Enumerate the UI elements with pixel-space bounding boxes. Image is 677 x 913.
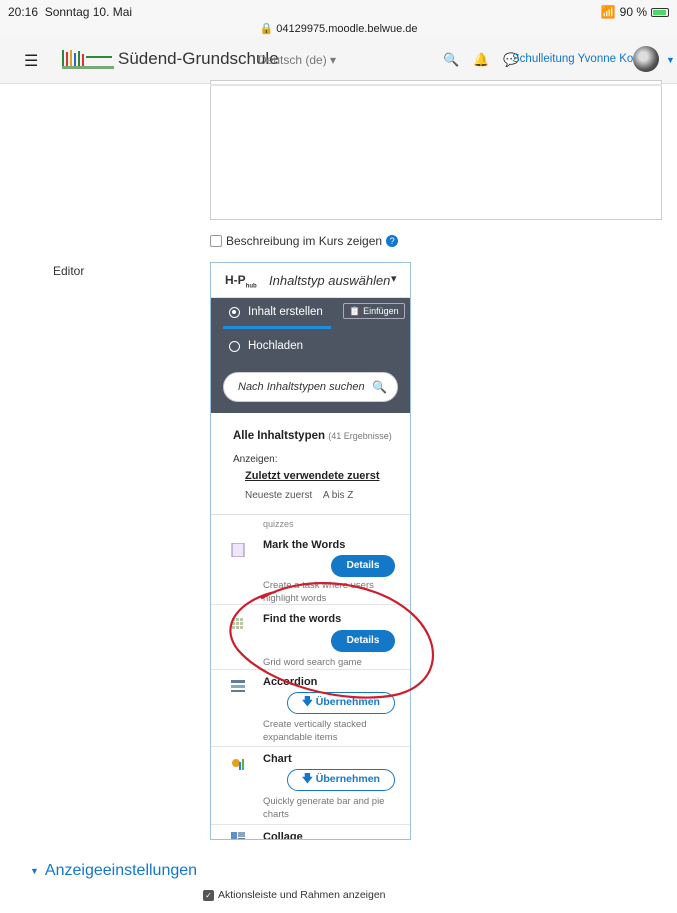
search-icon[interactable]: 🔍 xyxy=(443,52,459,68)
hub-tabs: Inhalt erstellen 📋 Einfügen Hochladen xyxy=(211,298,410,362)
display-settings-toggle[interactable]: ▼ Anzeigeeinstellungen xyxy=(30,862,197,880)
sort-newest[interactable]: Neueste zuerst xyxy=(245,490,312,501)
paste-button[interactable]: 📋 Einfügen xyxy=(343,303,405,319)
list-item[interactable]: Find the words Details Grid word search … xyxy=(211,605,410,670)
wifi-icon: 📶 xyxy=(600,5,616,19)
battery-icon xyxy=(651,7,669,17)
word-grid-icon xyxy=(232,618,243,629)
chart-icon xyxy=(232,759,244,770)
status-right: 📶 90 % xyxy=(601,5,669,19)
h5p-hub: H-Phub Inhaltstyp auswählen ▾ Inhalt ers… xyxy=(210,262,411,840)
bell-icon[interactable]: 🔔 xyxy=(473,52,489,68)
use-button[interactable]: 🡇 Übernehmen xyxy=(287,769,395,791)
list-item-fragment: quizzes xyxy=(263,519,294,529)
tab-upload[interactable]: Hochladen xyxy=(229,340,303,352)
chevron-down-icon[interactable]: ▼ xyxy=(666,55,675,65)
list-item[interactable]: Chart 🡇 Übernehmen Quickly generate bar … xyxy=(211,747,410,825)
battery-percent: 90 % xyxy=(619,5,647,19)
tab-underline xyxy=(223,326,331,329)
show-description-label: Beschreibung im Kurs zeigen xyxy=(226,234,383,248)
nav-icons: 🔍 🔔 💬 xyxy=(443,52,520,68)
hub-title: Inhaltstyp auswählen xyxy=(269,273,391,288)
radio-selected-icon xyxy=(229,306,240,318)
site-name[interactable]: Südend-Grundschule xyxy=(118,49,279,69)
show-label: Anzeigen: xyxy=(233,454,278,465)
status-bar: 20:16 Sonntag 10. Mai 🔒 04129975.moodle.… xyxy=(0,0,677,36)
navbar: ☰ Südend-Grundschule Deutsch (de) ▾ 🔍 🔔 … xyxy=(0,36,677,84)
h5p-logo: H-Phub xyxy=(225,273,257,290)
all-types-heading: Alle Inhaltstypen (41 Ergebnisse) xyxy=(233,430,392,442)
details-button[interactable]: Details xyxy=(331,630,395,652)
radio-icon xyxy=(229,340,240,352)
user-menu[interactable]: Schulleitung Yvonne Kopf xyxy=(512,53,643,65)
status-time: 20:16 Sonntag 10. Mai xyxy=(8,5,133,19)
content-type-search-input[interactable]: Nach Inhaltstypen suchen 🔍 xyxy=(223,372,398,402)
sort-options: Neueste zuerst A bis Z xyxy=(245,490,353,501)
accordion-icon xyxy=(231,680,245,692)
chevron-down-icon[interactable]: ▾ xyxy=(391,272,397,285)
tab-create[interactable]: Inhalt erstellen xyxy=(229,306,323,318)
mark-words-icon xyxy=(231,543,245,557)
chevron-down-icon: ▼ xyxy=(30,866,39,876)
hamburger-icon[interactable]: ☰ xyxy=(24,51,38,71)
help-icon[interactable]: ? xyxy=(386,235,399,247)
description-editor[interactable] xyxy=(210,80,662,220)
list-item[interactable]: Accordion 🡇 Übernehmen Create vertically… xyxy=(211,670,410,747)
show-description-row: Beschreibung im Kurs zeigen ? xyxy=(210,234,399,248)
toolbar-checkbox[interactable]: ✓ xyxy=(203,889,214,901)
filter-area: Alle Inhaltstypen (41 Ergebnisse) Anzeig… xyxy=(211,413,410,515)
hub-header[interactable]: H-Phub Inhaltstyp auswählen ▾ xyxy=(211,263,410,298)
content-type-list: quizzes Mark the Words Details Create a … xyxy=(211,515,410,839)
search-area: Nach Inhaltstypen suchen 🔍 xyxy=(211,362,410,413)
editor-toolbar-edge xyxy=(210,84,662,86)
toolbar-checkbox-label: Aktionsleiste und Rahmen anzeigen xyxy=(218,889,386,901)
search-icon[interactable]: 🔍 xyxy=(372,373,387,401)
collage-icon xyxy=(231,832,245,839)
details-button[interactable]: Details xyxy=(331,555,395,577)
show-description-checkbox[interactable] xyxy=(210,235,222,247)
sort-recent[interactable]: Zuletzt verwendete zuerst xyxy=(245,470,379,482)
editor-label: Editor xyxy=(53,264,85,278)
address-bar[interactable]: 🔒 04129975.moodle.belwue.de xyxy=(0,22,677,35)
list-item[interactable]: Collage xyxy=(211,825,410,839)
avatar[interactable] xyxy=(633,46,659,72)
use-button[interactable]: 🡇 Übernehmen xyxy=(287,692,395,714)
school-logo[interactable] xyxy=(62,48,114,70)
list-item[interactable]: Mark the Words Details Create a task whe… xyxy=(211,533,410,605)
lock-icon: 🔒 xyxy=(259,23,274,35)
toolbar-checkbox-row: ✓ Aktionsleiste und Rahmen anzeigen xyxy=(203,889,386,901)
language-menu[interactable]: Deutsch (de) ▾ xyxy=(258,53,336,67)
sort-az[interactable]: A bis Z xyxy=(323,490,354,501)
